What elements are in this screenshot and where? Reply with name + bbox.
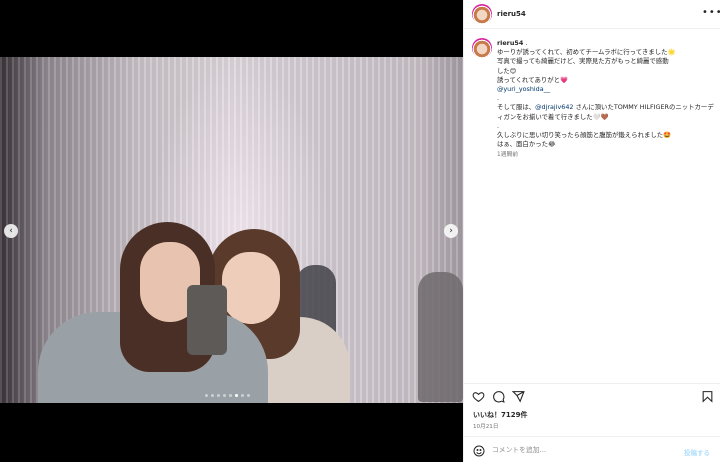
carousel-dot	[235, 394, 238, 397]
post-comment-button[interactable]: 投稿する	[684, 447, 710, 457]
post-media: ‹ ›	[0, 0, 463, 462]
caption-line: そして服は、	[497, 103, 536, 112]
carousel-dot	[229, 394, 232, 397]
post-header: rieru54 •••	[464, 0, 720, 29]
caption-line: はぁ、面白かった😂	[497, 140, 556, 149]
post-photo[interactable]	[0, 57, 463, 403]
post-date: 10月21日	[473, 424, 499, 430]
likes-count[interactable]: いいね！7129件	[473, 410, 527, 420]
action-bar	[464, 383, 720, 408]
chevron-left-icon[interactable]: ‹	[4, 224, 18, 238]
caption-text: rieru54 . ゆーりが誘ってくれて、初めてチームラボに行ってきました🌟 写…	[497, 39, 715, 161]
heart-icon[interactable]	[472, 390, 485, 403]
share-icon[interactable]	[512, 390, 525, 403]
caption-line: 写真で撮っても綺麗だけど、実際見た方がもっと綺麗で感動	[497, 57, 669, 66]
avatar[interactable]	[472, 38, 492, 58]
mention-link[interactable]: @yuri_yoshida__	[497, 85, 715, 94]
avatar[interactable]	[472, 4, 492, 24]
carousel-dot	[247, 394, 250, 397]
chevron-right-icon[interactable]: ›	[444, 224, 458, 238]
caption-timestamp[interactable]: 1週間前	[497, 151, 715, 160]
carousel-dot	[211, 394, 214, 397]
caption-line: 久しぶりに思い切り笑ったら顔筋と腹筋が鍛えられました🤩	[497, 131, 672, 140]
comment-bar: 投稿する	[464, 436, 720, 463]
caption-username[interactable]: rieru54	[497, 39, 523, 47]
caption-line: 誘ってくれてありがと💗	[497, 75, 568, 84]
background-person	[418, 272, 463, 402]
header-username[interactable]: rieru54	[497, 10, 526, 18]
mention-link[interactable]: @djrajiv642	[535, 103, 573, 111]
carousel-dots	[205, 394, 250, 397]
carousel-dot	[241, 394, 244, 397]
smartphone	[187, 285, 227, 355]
comment-icon[interactable]	[492, 390, 505, 403]
bookmark-icon[interactable]	[701, 390, 714, 403]
caption-line: した😊	[497, 66, 517, 75]
person-right-face	[222, 252, 280, 324]
post-sidebar: rieru54 ••• rieru54 . ゆーりが誘ってくれて、初めてチームラ…	[463, 0, 720, 462]
emoji-icon[interactable]	[473, 445, 485, 457]
carousel-dot	[217, 394, 220, 397]
carousel-dot	[205, 394, 208, 397]
more-dots-icon[interactable]: •••	[702, 7, 720, 18]
caption-line: .	[497, 121, 500, 130]
comment-input[interactable]	[492, 443, 672, 457]
carousel-dot	[223, 394, 226, 397]
